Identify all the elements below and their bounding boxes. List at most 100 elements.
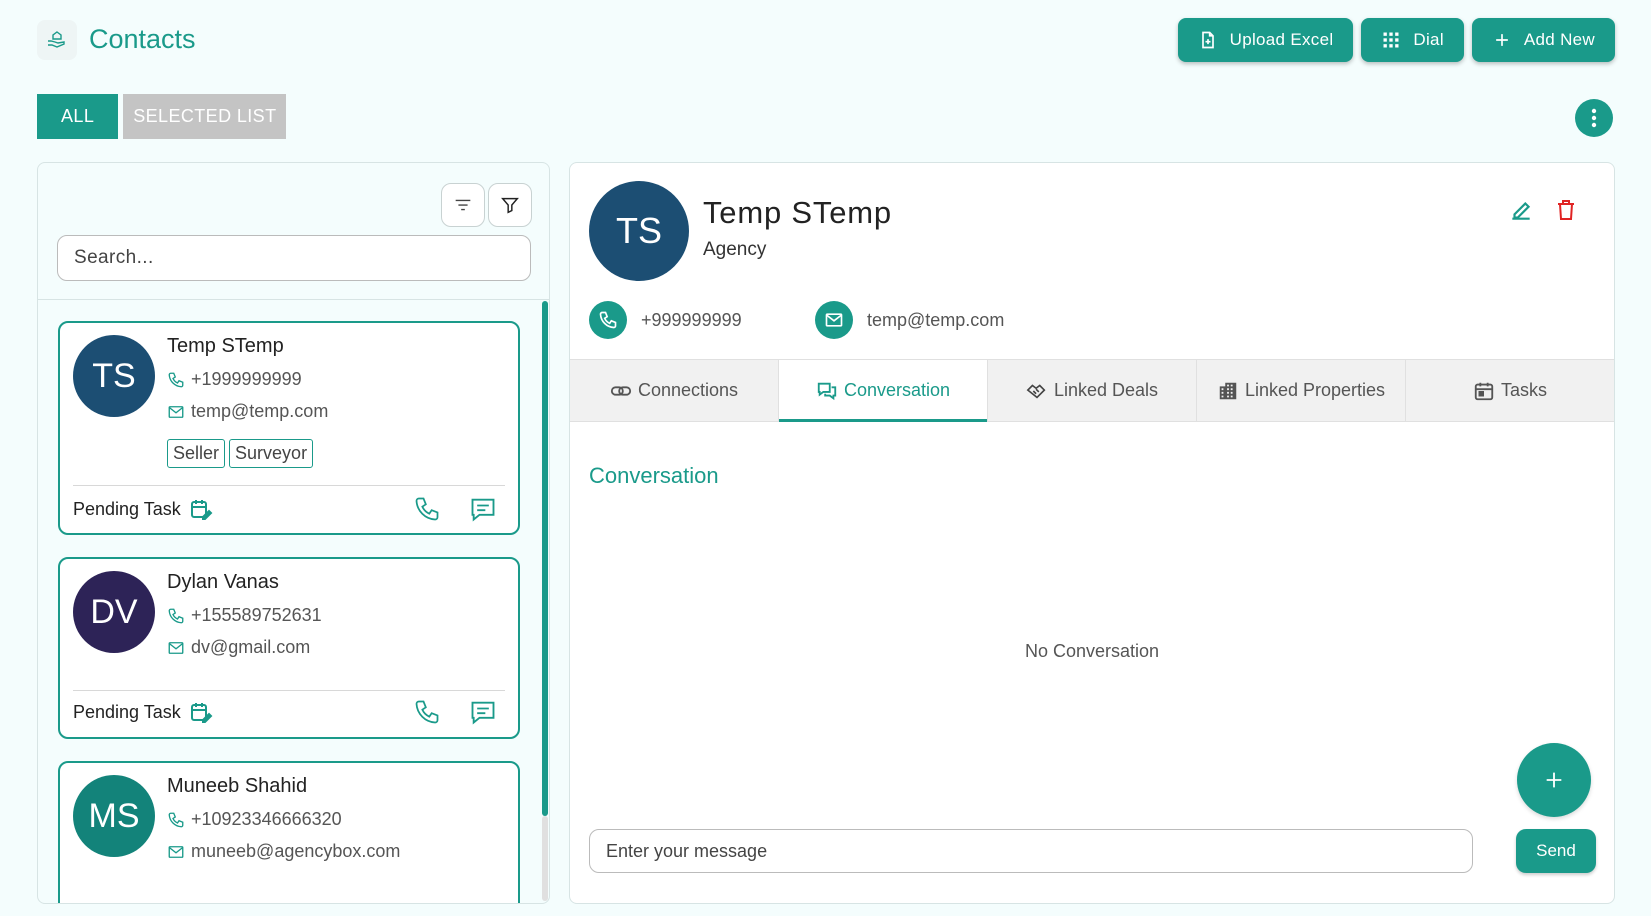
card-actions (413, 495, 505, 523)
contacts-logo-icon (37, 20, 77, 60)
search-input[interactable] (57, 235, 531, 281)
detail-email-text: temp@temp.com (867, 309, 1005, 330)
contact-phone-text: +155589752631 (191, 605, 322, 625)
contact-phone-text: +1999999999 (191, 369, 302, 389)
card-divider (73, 690, 505, 691)
tab-conversation-label: Conversation (843, 380, 951, 400)
pending-task: Pending Task (73, 497, 213, 521)
tab-linked-properties-label: Linked Properties (1244, 380, 1386, 400)
chat-bubbles-icon (817, 382, 837, 400)
tab-all[interactable]: ALL (37, 94, 119, 139)
detail-company: Agency (703, 239, 767, 260)
upload-excel-button[interactable]: Upload Excel (1177, 18, 1354, 62)
section-title: Conversation (589, 463, 719, 488)
plus-icon (1496, 34, 1508, 46)
contact-name: Dylan Vanas (167, 571, 279, 593)
mail-circle-icon[interactable] (815, 301, 853, 339)
card-footer: Pending Task (73, 495, 505, 523)
list-scrollbar-thumb[interactable] (542, 301, 548, 816)
calendar-edit-icon[interactable] (189, 497, 213, 521)
contact-name: Temp STemp (167, 335, 284, 357)
list-divider (38, 299, 549, 300)
delete-button[interactable] (1554, 197, 1578, 228)
call-icon[interactable] (413, 495, 441, 523)
detail-tabs: Connections Conversation Linked Deals Li… (570, 359, 1614, 422)
phone-icon (168, 372, 184, 387)
contact-phone: +1999999999 (167, 369, 302, 390)
tab-connections[interactable]: Connections (570, 360, 779, 421)
mail-icon (168, 641, 184, 654)
pending-task-label: Pending Task (73, 701, 181, 722)
contact-card[interactable]: DV Dylan Vanas +155589752631 dv@gmail.co… (58, 557, 520, 739)
page-title: Contacts (89, 24, 196, 54)
detail-avatar: TS (589, 181, 689, 281)
page-header: Contacts Upload Excel Dial Add New (37, 18, 1615, 64)
pencil-icon (1512, 201, 1531, 220)
calendar-icon (1474, 382, 1494, 400)
plus-icon (1546, 772, 1562, 788)
pending-task: Pending Task (73, 700, 213, 724)
dialpad-icon (1383, 32, 1399, 48)
detail-name: Temp STemp (703, 195, 892, 230)
kebab-menu-icon (1591, 108, 1597, 128)
sort-lines-icon (455, 199, 471, 211)
contact-phone: +10923346666320 (167, 809, 342, 830)
contact-email: dv@gmail.com (167, 637, 310, 658)
dial-button[interactable]: Dial (1361, 18, 1464, 62)
contact-email-text: temp@temp.com (191, 401, 329, 421)
building-icon (1219, 382, 1237, 399)
phone-icon (168, 812, 184, 827)
contact-email-text: dv@gmail.com (191, 637, 311, 657)
contact-phone: +155589752631 (167, 605, 322, 626)
card-divider (73, 485, 505, 486)
message-icon[interactable] (469, 495, 497, 523)
mail-icon (168, 845, 184, 858)
add-new-label: Add New (1523, 30, 1595, 49)
card-footer: Pending Task (73, 698, 505, 726)
tab-linked-properties[interactable]: Linked Properties (1197, 360, 1406, 421)
contact-detail-panel: TS Temp STemp Agency +999999999 temp@tem… (569, 162, 1615, 904)
contact-email-text: muneeb@agencybox.com (191, 841, 401, 861)
add-new-button[interactable]: Add New (1471, 18, 1615, 62)
phone-circle-icon[interactable] (589, 301, 627, 339)
edit-button[interactable] (1508, 197, 1534, 228)
card-actions (413, 698, 505, 726)
dial-label: Dial (1413, 30, 1444, 49)
contact-email: muneeb@agencybox.com (167, 841, 400, 862)
add-conversation-button[interactable] (1517, 743, 1591, 817)
contact-card[interactable]: TS Temp STemp +1999999999 temp@temp.com … (58, 321, 520, 535)
avatar: TS (73, 335, 155, 417)
contact-card[interactable]: MS Muneeb Shahid +10923346666320 muneeb@… (58, 761, 520, 903)
empty-conversation-message: No Conversation (1024, 641, 1160, 661)
avatar: DV (73, 571, 155, 653)
tag-seller: Seller (167, 439, 226, 468)
pending-task-label: Pending Task (73, 498, 181, 519)
link-icon (610, 385, 632, 396)
send-button[interactable]: Send (1516, 829, 1596, 873)
contact-list-panel: TS Temp STemp +1999999999 temp@temp.com … (37, 162, 550, 904)
message-icon[interactable] (469, 698, 497, 726)
contact-tags: Seller Surveyor (167, 439, 314, 468)
handshake-icon (1026, 383, 1046, 399)
contact-name: Muneeb Shahid (167, 775, 308, 797)
tab-linked-deals[interactable]: Linked Deals (988, 360, 1197, 421)
contact-email: temp@temp.com (167, 401, 328, 422)
tab-connections-label: Connections (637, 380, 739, 400)
tab-selected-list[interactable]: SELECTED LIST (123, 94, 287, 139)
detail-phone-text: +999999999 (641, 309, 742, 330)
trash-icon (1558, 200, 1574, 220)
message-input[interactable] (589, 829, 1473, 873)
sort-button[interactable] (441, 183, 485, 227)
call-icon[interactable] (413, 698, 441, 726)
detail-email: temp@temp.com (815, 301, 1004, 339)
list-scrollbar-track[interactable] (542, 816, 548, 901)
calendar-edit-icon[interactable] (189, 700, 213, 724)
tab-tasks[interactable]: Tasks (1406, 360, 1614, 421)
tab-conversation[interactable]: Conversation (779, 360, 988, 422)
more-options-button[interactable] (1575, 99, 1613, 137)
contact-phone-text: +10923346666320 (191, 809, 342, 829)
filter-button[interactable] (488, 183, 532, 227)
tab-linked-deals-label: Linked Deals (1053, 380, 1159, 400)
funnel-icon (501, 197, 519, 214)
mail-icon (168, 405, 184, 418)
